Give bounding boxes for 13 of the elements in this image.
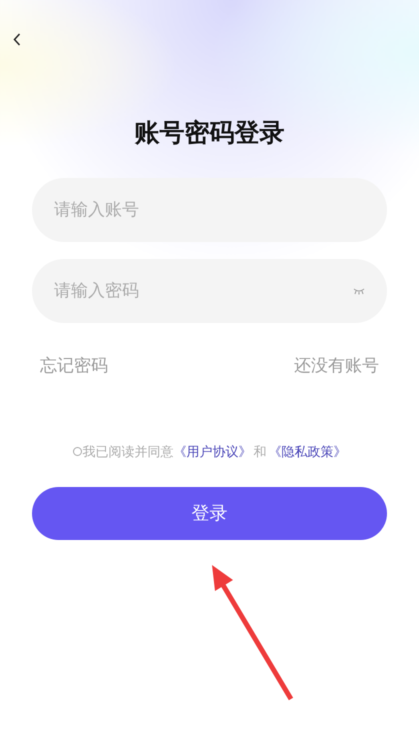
terms-link[interactable]: 《用户协议》: [174, 442, 252, 461]
page-title: 账号密码登录: [134, 118, 284, 149]
agree-checkbox[interactable]: [72, 446, 82, 456]
privacy-link[interactable]: 《隐私政策》: [268, 442, 346, 461]
forgot-password-link[interactable]: 忘记密码: [40, 353, 108, 378]
back-icon[interactable]: [13, 32, 21, 46]
agreement-text: 和: [254, 442, 266, 460]
account-field[interactable]: 请输入账号: [32, 178, 387, 242]
register-link[interactable]: 还没有账号: [294, 353, 379, 378]
password-field[interactable]: 请输入密码: [32, 259, 387, 323]
agreement-text: 我已阅读并同意: [82, 442, 174, 460]
eye-closed-icon[interactable]: [353, 288, 365, 295]
login-button[interactable]: 登录: [32, 487, 387, 540]
